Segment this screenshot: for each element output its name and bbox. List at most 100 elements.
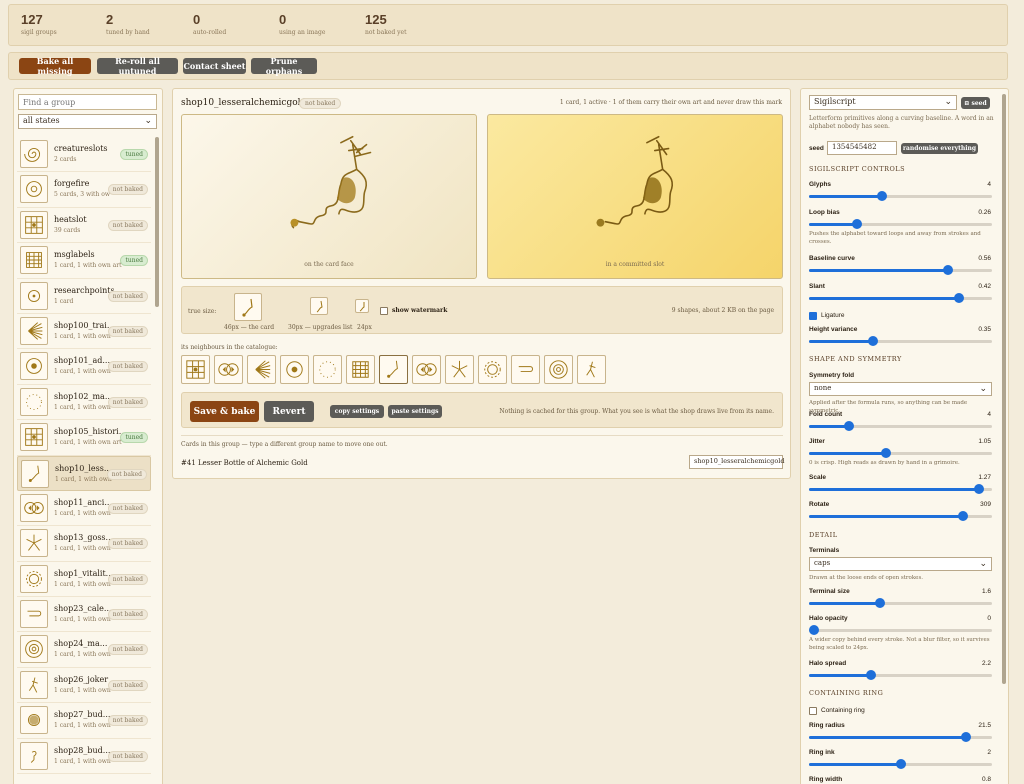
slider-knob[interactable] — [851, 219, 862, 229]
group-badge: not baked — [107, 325, 148, 337]
slant-slider[interactable] — [809, 293, 992, 303]
slider-knob[interactable] — [961, 732, 972, 742]
sidebar-scrollbar[interactable] — [155, 137, 159, 307]
slider-knob[interactable] — [866, 670, 877, 680]
group-item[interactable]: researchpoints 1 card not baked — [17, 279, 151, 314]
style-select[interactable]: Sigilscript ⌄ — [809, 95, 957, 110]
seed-button[interactable]: ⊟ seed — [961, 97, 990, 109]
slider-knob[interactable] — [844, 421, 855, 431]
group-list: creatureslots 2 cards tuned forgefire 5 … — [17, 137, 151, 775]
group-item[interactable]: shop24_ma... 1 card, 1 with own not bake… — [17, 632, 151, 668]
watermark-checkbox[interactable] — [380, 307, 388, 315]
hv-slider[interactable] — [809, 336, 992, 346]
group-item[interactable]: shop1_vitalit... 1 card, 1 with own not … — [17, 562, 151, 598]
preview-card-face: on the card face — [181, 114, 477, 279]
neighbour-alchemy-icon[interactable] — [379, 355, 408, 384]
slider-knob[interactable] — [880, 448, 891, 458]
group-badge: not baked — [107, 609, 148, 621]
group-item[interactable]: shop105_histori... 1 card, 1 with own ar… — [17, 420, 151, 456]
prune-orphans-button[interactable]: Prune orphans — [251, 56, 317, 76]
scale-slider[interactable] — [809, 484, 992, 494]
neighbour-sun-icon[interactable] — [478, 355, 507, 384]
neighbour-mandala-icon[interactable] — [544, 355, 573, 384]
neighbour-grid-icon[interactable] — [181, 355, 210, 384]
curve-slider[interactable] — [809, 265, 992, 275]
neighbour-eye-icon[interactable] — [412, 355, 441, 384]
reroll-button[interactable]: Re-roll all untuned — [97, 56, 178, 76]
group-sub: 1 card — [54, 297, 74, 305]
neighbour-eye-icon[interactable] — [214, 355, 243, 384]
randomise-button[interactable]: randomise everything — [901, 143, 978, 154]
state-filter-select[interactable]: all states ⌄ — [18, 114, 157, 129]
ringink-slider[interactable] — [809, 759, 992, 769]
revert-button[interactable]: Revert — [264, 401, 314, 422]
copy-settings-button[interactable]: copy settings — [330, 405, 384, 418]
jitter-slider[interactable] — [809, 448, 992, 458]
neighbour-burst-icon[interactable] — [247, 355, 276, 384]
bake-all-button[interactable]: Bake all missing — [19, 56, 91, 76]
contact-sheet-button[interactable]: Contact sheet — [183, 58, 246, 74]
neighbour-figure-icon[interactable] — [577, 355, 606, 384]
group-item[interactable]: shop10_less... 1 card, 1 with own not ba… — [17, 455, 151, 491]
ring-icon — [20, 175, 48, 204]
glyphs-label: Glyphs — [809, 181, 832, 188]
terminals-select[interactable]: caps ⌄ — [809, 557, 992, 571]
group-search-input[interactable] — [18, 94, 157, 110]
group-sub: 1 card, 1 with own — [54, 580, 111, 588]
group-item[interactable]: heatslot 39 cards not baked — [17, 208, 151, 244]
glyphs-slider[interactable] — [809, 191, 992, 201]
group-item[interactable]: shop101_ad... 1 card, 1 with own not bak… — [17, 349, 151, 385]
group-item[interactable]: shop23_cale... 1 card, 1 with own not ba… — [17, 597, 151, 633]
rotate-slider[interactable] — [809, 511, 992, 521]
group-name: shop26_joker — [54, 674, 109, 684]
slider-knob[interactable] — [974, 484, 985, 494]
group-item[interactable]: shop13_goss... 1 card, 1 with own not ba… — [17, 526, 151, 562]
tsize-slider[interactable] — [809, 598, 992, 608]
group-item[interactable]: shop102_ma... 1 card, 1 with own not bak… — [17, 385, 151, 421]
slider-knob[interactable] — [954, 293, 965, 303]
ligature-checkbox[interactable] — [809, 312, 817, 320]
group-sidebar: all states ⌄ creatureslots 2 cards tuned … — [13, 88, 163, 784]
group-title: shop10_lesseralchemicgold — [181, 98, 307, 108]
slider-knob[interactable] — [943, 265, 954, 275]
group-item[interactable]: shop28_bud... 1 card, 1 with own not bak… — [17, 739, 151, 775]
save-bake-button[interactable]: Save & bake — [190, 401, 259, 422]
symfold-select[interactable]: none ⌄ — [809, 382, 992, 396]
group-item[interactable]: shop100_trai... 1 card, 1 with own not b… — [17, 314, 151, 350]
group-item[interactable]: shop27_bud... 1 card, 1 with own not bak… — [17, 703, 151, 739]
slider-knob[interactable] — [877, 191, 888, 201]
neighbour-dot-ring-icon[interactable] — [280, 355, 309, 384]
slider-knob[interactable] — [809, 625, 819, 635]
controls-scrollbar[interactable] — [1002, 94, 1006, 684]
slider-knob[interactable] — [868, 336, 879, 346]
loop-slider[interactable] — [809, 219, 992, 229]
group-item[interactable]: shop26_joker 1 card, 1 with own not bake… — [17, 668, 151, 704]
paste-settings-button[interactable]: paste settings — [388, 405, 442, 418]
group-name: forgefire — [54, 179, 90, 189]
slider-knob[interactable] — [957, 511, 968, 521]
halo-slider[interactable] — [809, 625, 992, 635]
group-item[interactable]: msglabels 1 card, 1 with own art tuned — [17, 243, 151, 279]
group-item[interactable]: creatureslots 2 cards tuned — [17, 137, 151, 173]
neighbour-lattice-icon[interactable] — [346, 355, 375, 384]
stat-unbaked: 125 not baked yet — [365, 12, 407, 36]
watermark-label: show watermark — [392, 307, 448, 314]
ring_chk-checkbox[interactable] — [809, 707, 817, 715]
group-item[interactable]: shop11_anci... 1 card, 1 with own not ba… — [17, 491, 151, 527]
group-name: shop1_vitalit... — [54, 568, 114, 578]
neighbour-squiggle-icon[interactable] — [511, 355, 540, 384]
neighbour-dotted-ring-icon[interactable] — [313, 355, 342, 384]
foldcount-slider[interactable] — [809, 421, 992, 431]
slider-knob[interactable] — [875, 598, 886, 608]
card-group-input[interactable]: shop10_lesseralchemicgold — [689, 455, 785, 469]
group-sub: 1 card, 1 with own — [54, 509, 111, 517]
slider-knob[interactable] — [895, 759, 906, 769]
controls-panel: Sigilscript ⌄ ⊟ seed Letterform primitive… — [800, 88, 1009, 784]
neighbour-flower-icon[interactable] — [445, 355, 474, 384]
seed-input[interactable]: 1354545482 — [827, 141, 897, 155]
grid-icon — [20, 423, 48, 452]
halospread-slider[interactable] — [809, 670, 992, 680]
group-item[interactable]: forgefire 5 cards, 3 with ow not baked — [17, 172, 151, 208]
ringr-slider[interactable] — [809, 732, 992, 742]
group-badge: not baked — [107, 573, 148, 585]
